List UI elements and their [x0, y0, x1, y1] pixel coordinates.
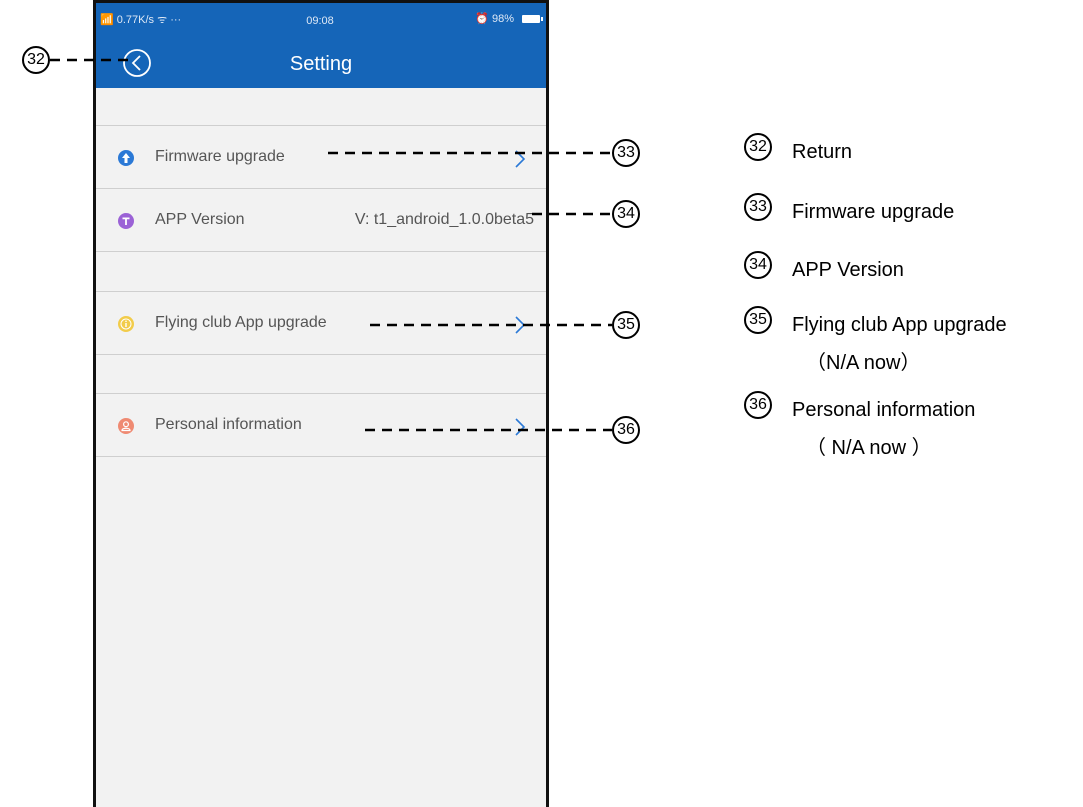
- callout-33: 33: [612, 139, 640, 167]
- legend-text: Flying club App upgrade: [792, 314, 1007, 336]
- legend-subtext: （ N/A now ）: [806, 437, 932, 459]
- legend-text: Return: [792, 141, 853, 163]
- legend-subtext: （N/A now）: [806, 352, 921, 374]
- legend-text: APP Version: [792, 259, 904, 281]
- legend-text: Personal information: [792, 399, 976, 421]
- callout-36: 36: [612, 416, 640, 444]
- legend-number: 36: [744, 391, 772, 419]
- callout-32: 32: [22, 46, 50, 74]
- legend-number: 35: [744, 306, 772, 334]
- callout-35: 35: [612, 311, 640, 339]
- legend-number: 33: [744, 193, 772, 221]
- callout-34: 34: [612, 200, 640, 228]
- legend-number: 34: [744, 251, 772, 279]
- legend-text: Firmware upgrade: [792, 201, 955, 223]
- legend-number: 32: [744, 133, 772, 161]
